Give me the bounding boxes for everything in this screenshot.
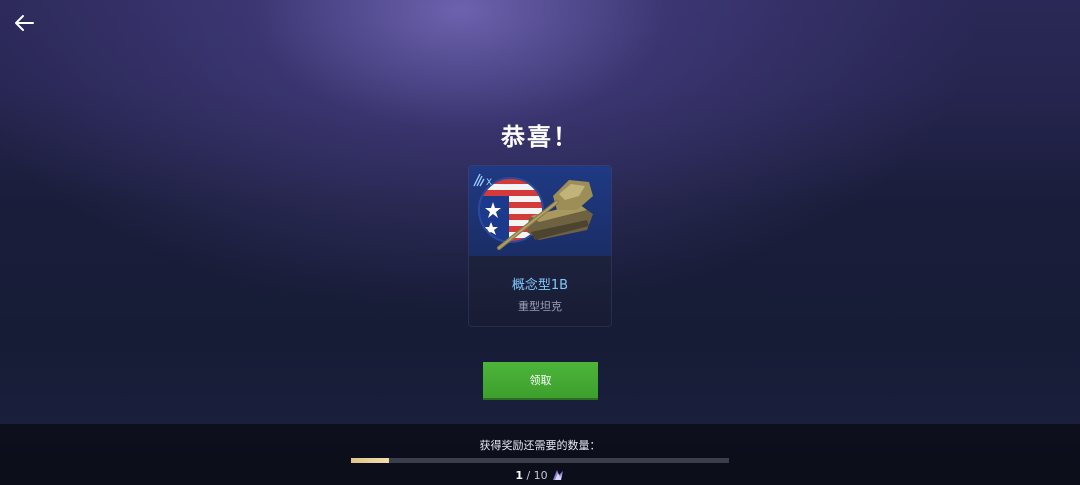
progress-bar — [351, 458, 729, 463]
reward-card: X 概念型1B 重型坦克 — [469, 166, 611, 326]
claim-button[interactable]: 领取 — [483, 362, 598, 398]
page-title: 恭喜！ — [501, 123, 579, 151]
tank-vehicle-image: X — [469, 166, 611, 256]
progress-label: 获得奖励还需要的数量： — [479, 439, 601, 452]
reward-screen: 恭喜！ X 概念型1B 重型坦克 领取 获得奖励还需要的数量： 1 / 10 — [0, 0, 1080, 485]
back-button[interactable] — [12, 10, 38, 36]
tank-class: 重型坦克 — [518, 300, 562, 313]
progress-current: 1 — [515, 469, 523, 482]
tank-name: 概念型1B — [511, 278, 569, 293]
progress-fill — [351, 458, 389, 463]
progress-count: 1 / 10 — [0, 468, 1080, 482]
token-icon — [552, 470, 563, 480]
progress-total: 10 — [533, 469, 548, 482]
arrow-left-icon — [15, 15, 34, 31]
progress-separator: / — [522, 469, 534, 482]
svg-text:X: X — [486, 178, 492, 188]
